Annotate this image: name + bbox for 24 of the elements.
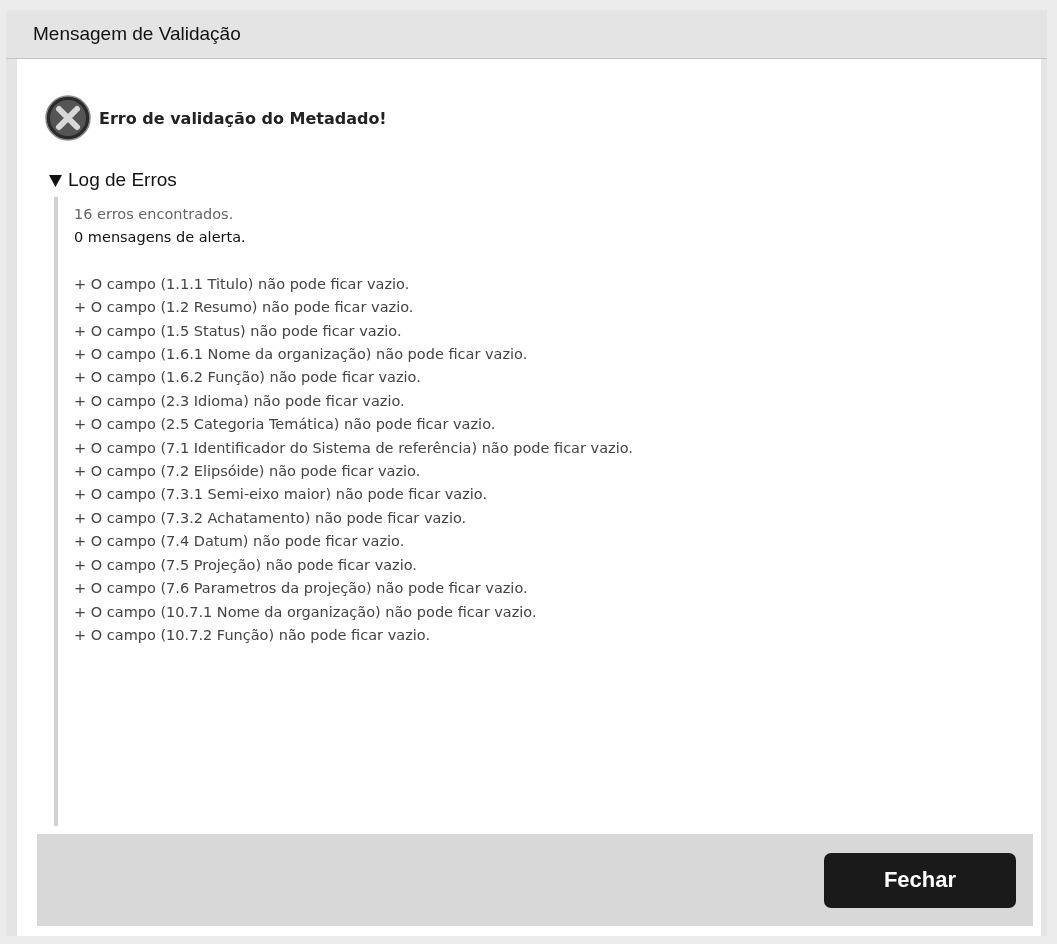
error-message: Erro de validação do Metadado! bbox=[99, 108, 387, 128]
window-title: Mensagem de Validação bbox=[33, 23, 241, 45]
error-icon bbox=[45, 95, 91, 141]
summary-text: 0 mensagens de alerta. bbox=[74, 228, 247, 248]
log-entry: + O campo (1.6.2 Função) não pode ficar vazio. bbox=[74, 368, 422, 388]
log-entry: + O campo (1.1.1 Titulo) não pode ficar vazio. bbox=[74, 274, 411, 294]
log-entry: + O campo (7.6 Parametros da projeção) não pode ficar vazio. bbox=[74, 579, 529, 599]
log-entry: + O campo (10.7.1 Nome da organização) não pode ficar vazio. bbox=[74, 602, 538, 622]
log-entry: + O campo (7.3.2 Achatamento) não pode ficar vazio. bbox=[74, 508, 468, 528]
log-entry: + O campo (7.1 Identificador do Sistema de referência) não pode ficar vazio. bbox=[74, 438, 634, 458]
summary-text: 16 erros encontrados. bbox=[74, 205, 235, 224]
caret-down-icon bbox=[49, 173, 62, 187]
log-entry: + O campo (1.5 Status) não pode ficar vazio. bbox=[74, 321, 403, 341]
log-entry: + O campo (1.2 Resumo) não pode ficar vazio. bbox=[74, 298, 415, 318]
close-button[interactable]: Fechar bbox=[824, 852, 1016, 908]
log-entry: + O campo (7.3.1 Semi-eixo maior) não pode ficar vazio. bbox=[74, 485, 489, 505]
log-entry: + O campo (7.4 Datum) não pode ficar vazio. bbox=[74, 532, 406, 552]
log-toggle[interactable]: Log de Erros bbox=[49, 169, 177, 191]
log-entry: + O campo (10.7.2 Função) não pode ficar vazio. bbox=[74, 625, 431, 645]
log-entry: + O campo (2.5 Categoria Temática) não pode ficar vazio. bbox=[74, 415, 497, 435]
log-entry: + O campo (7.5 Projeção) não pode ficar vazio. bbox=[74, 555, 418, 575]
log-entry: + O campo (2.3 Idioma) não pode ficar vazio. bbox=[74, 391, 406, 411]
log-entry: + O campo (1.6.1 Nome da organização) não pode ficar vazio. bbox=[74, 345, 529, 365]
log-entry: + O campo (7.2 Elipsóide) não pode ficar vazio. bbox=[74, 462, 422, 482]
